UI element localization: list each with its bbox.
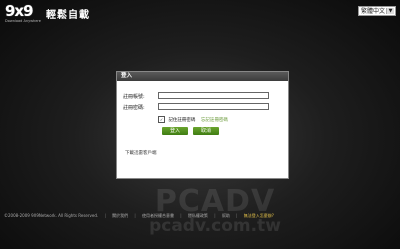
login-title: 登入 bbox=[117, 72, 288, 81]
footer: ©2008-2009 9X9Network. All Rights Reserv… bbox=[4, 213, 274, 218]
forgot-password-link[interactable]: 忘記註冊密碼 bbox=[201, 118, 228, 123]
watermark-line2: pcadv.com.tw bbox=[149, 216, 281, 236]
language-select[interactable]: 繁體中文 ▼ bbox=[358, 6, 396, 16]
remember-label[interactable]: 記住註冊密碼 bbox=[168, 118, 195, 123]
logo-tagline: Download Anywhere bbox=[5, 19, 41, 23]
remember-row: ✓ 記住註冊密碼 忘記註冊密碼 bbox=[158, 116, 228, 123]
copyright-text: ©2008-2009 9X9Network. All Rights Reserv… bbox=[4, 213, 99, 218]
footer-link-help[interactable]: 幫助 bbox=[222, 213, 230, 218]
site-title: 輕鬆自載 bbox=[46, 10, 90, 21]
login-button[interactable]: 登入 bbox=[162, 127, 188, 135]
password-input[interactable] bbox=[158, 103, 269, 110]
logo-text: 9x9 bbox=[5, 2, 34, 20]
header: 9x9 Download Anywhere 輕鬆自載 繁體中文 ▼ bbox=[0, 0, 400, 30]
download-client-link[interactable]: 下載迅雷客戶端 bbox=[125, 150, 157, 156]
chevron-down-icon[interactable]: ▼ bbox=[386, 8, 394, 14]
cancel-button[interactable]: 取消 bbox=[193, 127, 219, 135]
password-label: 註冊密碼: bbox=[123, 105, 145, 111]
watermark: PCADV pcadv.com.tw bbox=[130, 187, 300, 236]
login-dialog: 登入 註冊帳號: 註冊密碼: ✓ 記住註冊密碼 忘記註冊密碼 登入 取消 下載迅… bbox=[116, 71, 289, 179]
footer-link-login-help[interactable]: 無法登入怎麼辦? bbox=[244, 213, 274, 218]
language-value: 繁體中文 bbox=[361, 8, 386, 15]
account-input[interactable] bbox=[158, 92, 269, 99]
remember-checkbox[interactable]: ✓ bbox=[158, 116, 165, 123]
footer-link-privacy[interactable]: 隱私權政策 bbox=[188, 213, 208, 218]
account-label: 註冊帳號: bbox=[123, 94, 145, 100]
footer-link-about[interactable]: 關於我們 bbox=[112, 213, 128, 218]
logo[interactable]: 9x9 Download Anywhere bbox=[5, 4, 41, 24]
footer-link-terms[interactable]: 使用者授權合意書 bbox=[142, 213, 174, 218]
